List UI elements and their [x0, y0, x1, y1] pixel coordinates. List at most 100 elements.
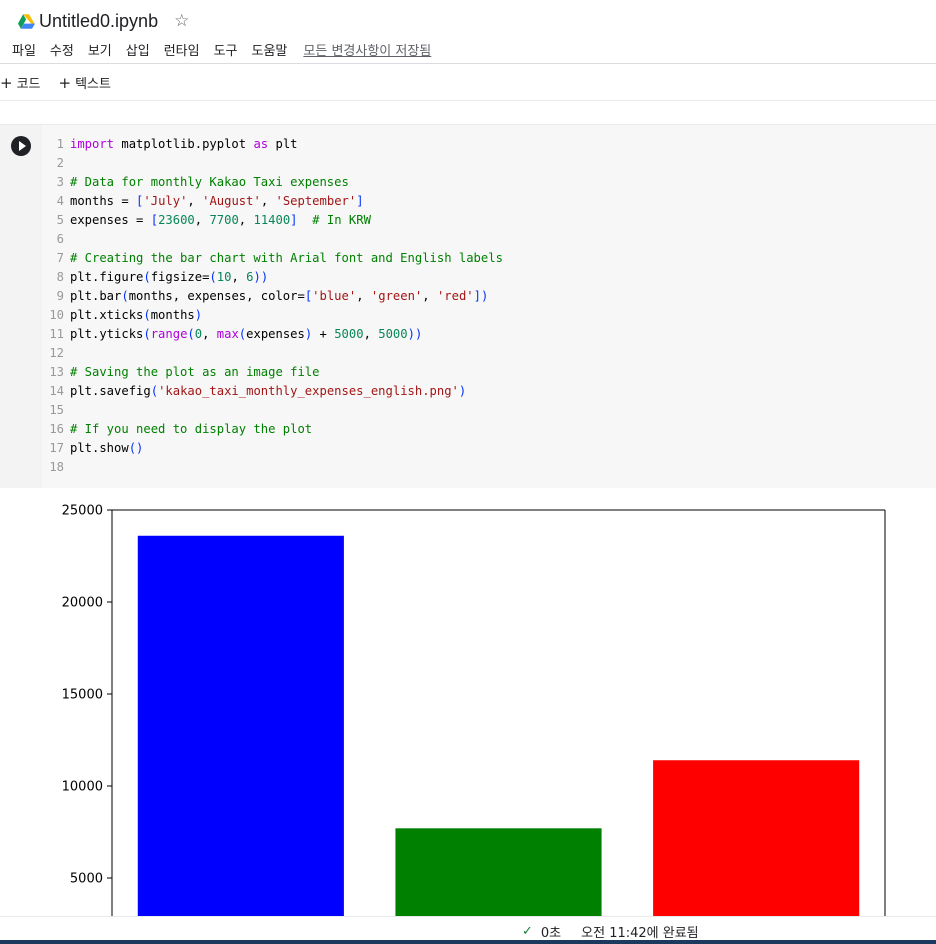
code-line: 4 months = ['July', 'August', 'September'… [42, 192, 936, 211]
google-drive-icon[interactable] [18, 13, 35, 29]
menu-view[interactable]: 보기 [88, 40, 112, 59]
code-token: ) [194, 308, 203, 322]
code-token: , [238, 213, 254, 227]
code-token: [ [304, 289, 313, 303]
line-number: 3 [56, 175, 64, 189]
code-line: 16 # If you need to display the plot [42, 420, 936, 439]
menu-insert[interactable]: 삽입 [126, 40, 150, 59]
code-token: 'red' [436, 289, 474, 303]
code-token: [ [150, 213, 159, 227]
code-line: 5 expenses = [23600, 7700, 11400] # In KR… [42, 211, 936, 230]
code-token: , [422, 289, 437, 303]
menu-file[interactable]: 파일 [12, 40, 36, 59]
code-token: , [187, 194, 203, 208]
code-line: 10 plt.xticks(months) [42, 306, 936, 325]
cell-gutter [0, 125, 42, 489]
code-token: months = [70, 194, 137, 208]
line-number: 4 [56, 194, 64, 208]
code-token: plt.bar [70, 289, 122, 303]
code-token: # In KRW [312, 213, 371, 227]
execution-status[interactable]: ✓ 0초 오전 11:42에 완료됨 [522, 922, 699, 941]
code-token: ( [143, 327, 151, 341]
code-token: ( [143, 308, 151, 322]
line-number: 12 [49, 346, 64, 360]
menu-bar: 파일 수정 보기 삽입 런타임 도구 도움말 모든 변경사항이 저장됨 [12, 40, 431, 59]
save-status-link[interactable]: 모든 변경사항이 저장됨 [303, 40, 431, 59]
code-token: plt.savefig [70, 384, 151, 398]
notebook-title[interactable]: Untitled0.ipynb [39, 11, 158, 32]
line-number: 1 [56, 137, 64, 151]
y-tick-label: 15000 [62, 688, 103, 703]
code-token: 'kakao_taxi_monthly_expenses_english.png… [158, 384, 459, 398]
code-token: ]) [473, 289, 489, 303]
plus-icon: + [0, 73, 13, 92]
line-number: 6 [56, 232, 64, 246]
code-token: , [356, 289, 371, 303]
code-token: 5000 [334, 327, 364, 341]
code-line: 3 # Data for monthly Kakao Taxi expenses [42, 173, 936, 192]
code-line: 14 plt.savefig('kakao_taxi_monthly_expens… [42, 382, 936, 401]
code-token: 'September' [275, 194, 357, 208]
code-token: expenses [246, 327, 305, 341]
y-tick-label: 5000 [70, 872, 103, 887]
code-token: ) [304, 327, 313, 341]
add-text-label: 텍스트 [75, 77, 111, 92]
code-editor[interactable]: 1 import matplotlib.pyplot as plt 2 3 # Data… [42, 135, 936, 477]
code-token: plt.figure [70, 270, 144, 284]
notebook-toolbar: + 코드 + 텍스트 [0, 65, 936, 101]
add-text-button[interactable]: + 텍스트 [59, 73, 111, 93]
code-token: + [312, 327, 335, 341]
code-token: () [128, 441, 144, 455]
code-token: plt.xticks [70, 308, 144, 322]
code-token: 'green' [370, 289, 423, 303]
code-token: 23600 [158, 213, 195, 227]
code-token: [ [136, 194, 144, 208]
code-token: 0 [194, 327, 203, 341]
code-token: ( [187, 327, 195, 341]
code-token: 5000 [378, 327, 408, 341]
code-token: 'July' [143, 194, 188, 208]
add-code-label: 코드 [16, 77, 41, 92]
code-token: months, expenses, color= [128, 289, 305, 303]
code-token: ] [290, 213, 298, 227]
line-number: 18 [49, 460, 64, 474]
code-token: ] [356, 194, 364, 208]
code-line: 2 [42, 154, 936, 173]
code-token: 10 [216, 270, 232, 284]
notebook-header: Untitled0.ipynb ☆ 파일 수정 보기 삽입 런타임 도구 도움말… [0, 0, 936, 64]
code-line: 11 plt.yticks(range(0, max(expenses) + 50… [42, 325, 936, 344]
code-token: 7700 [209, 213, 239, 227]
code-cell[interactable]: 1 import matplotlib.pyplot as plt 2 3 # Data… [0, 124, 936, 489]
y-tick-label: 20000 [62, 596, 103, 611]
menu-edit[interactable]: 수정 [50, 40, 74, 59]
add-code-button[interactable]: + 코드 [0, 73, 41, 93]
code-token: ( [121, 289, 129, 303]
bar-september [653, 760, 860, 916]
code-line: 9 plt.bar(months, expenses, color=['blue'… [42, 287, 936, 306]
code-line: 13 # Saving the plot as an image file [42, 363, 936, 382]
code-token: 'August' [202, 194, 261, 208]
line-number: 15 [49, 403, 64, 417]
line-number: 8 [56, 270, 64, 284]
line-number: 11 [49, 327, 64, 341]
code-line: 7 # Creating the bar chart with Arial fon… [42, 249, 936, 268]
line-number: 16 [49, 422, 64, 436]
menu-help[interactable]: 도움말 [252, 40, 288, 59]
play-circle-icon[interactable] [11, 136, 31, 156]
bottom-strip [0, 940, 936, 944]
elapsed-time: 0초 [540, 926, 562, 941]
code-line: 6 [42, 230, 936, 249]
line-number: 7 [56, 251, 64, 265]
code-token: , [194, 213, 210, 227]
line-number: 9 [56, 289, 64, 303]
code-line: 15 [42, 401, 936, 420]
star-outline-icon[interactable]: ☆ [174, 12, 189, 30]
code-token: 11400 [253, 213, 291, 227]
code-token: , [231, 270, 247, 284]
bar-july [137, 535, 344, 916]
line-number: 14 [49, 384, 64, 398]
menu-runtime[interactable]: 런타임 [164, 40, 200, 59]
code-token: # Data for monthly Kakao Taxi expenses [70, 175, 349, 189]
menu-tools[interactable]: 도구 [214, 40, 238, 59]
